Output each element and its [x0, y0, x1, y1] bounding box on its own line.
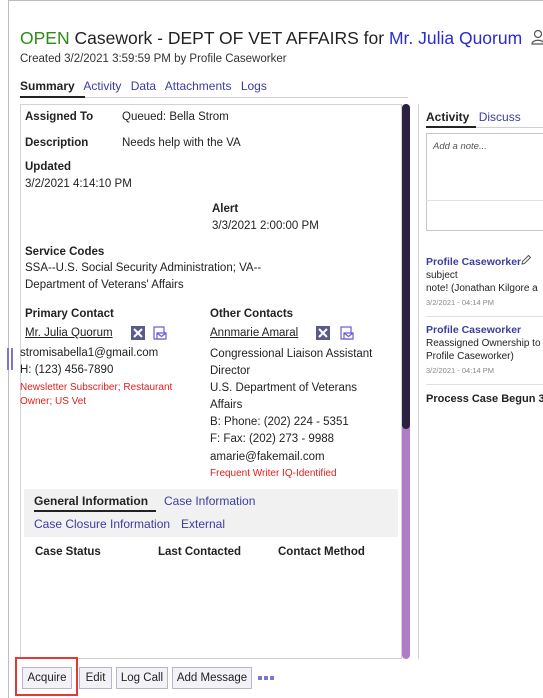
alert-label: Alert: [212, 203, 239, 215]
page-title: OPEN Casework - DEPT OF VET AFFAIRS for …: [20, 28, 543, 49]
other-contact-name-link[interactable]: Annmarie Amaral: [210, 327, 298, 339]
column-header-last-contacted[interactable]: Last Contacted: [158, 546, 241, 558]
add-note-placeholder: Add a note...: [433, 141, 487, 152]
service-codes-line-2: Department of Veterans' Affairs: [25, 279, 184, 291]
column-header-contact-method[interactable]: Contact Method: [278, 546, 365, 558]
remove-contact-icon[interactable]: [316, 326, 330, 340]
created-info: Created 3/2/2021 3:59:59 PM by Profile C…: [20, 53, 287, 65]
edit-pencil-icon[interactable]: [520, 254, 532, 266]
constituent-name-link[interactable]: Mr. Julia Quorum: [389, 28, 522, 48]
tab-case-closure-information[interactable]: Case Closure Information: [34, 517, 170, 531]
scrollbar-thumb[interactable]: [402, 104, 410, 429]
tab-data[interactable]: Data: [131, 79, 156, 93]
case-title-text: Casework - DEPT OF VET AFFAIRS for: [74, 28, 385, 48]
email-contact-icon[interactable]: [153, 326, 167, 340]
activity-entry-author[interactable]: Profile Caseworker: [426, 256, 521, 268]
description-value: Needs help with the VA: [122, 137, 241, 149]
tab-case-information[interactable]: Case Information: [164, 494, 255, 508]
primary-contact-name-link[interactable]: Mr. Julia Quorum: [25, 327, 113, 339]
other-contacts-label: Other Contacts: [210, 308, 294, 320]
resize-grip-icon[interactable]: [7, 348, 13, 370]
column-header-case-status[interactable]: Case Status: [35, 546, 101, 558]
tab-summary[interactable]: Summary: [20, 79, 75, 93]
primary-contact-phone: H: (123) 456-7890: [20, 364, 114, 376]
casework-window: OPEN Casework - DEPT OF VET AFFAIRS for …: [0, 0, 543, 698]
activity-entry-line-1: subject: [426, 270, 458, 281]
remove-contact-icon[interactable]: [131, 326, 145, 340]
primary-contact-tags-line-2: Owner; US Vet: [20, 396, 87, 407]
add-message-button[interactable]: Add Message: [172, 667, 252, 689]
other-contact-title-line-1: Congressional Liaison Assistant: [210, 348, 373, 360]
assigned-to-label: Assigned To: [25, 111, 94, 123]
tab-attachments[interactable]: Attachments: [165, 79, 232, 93]
note-box-divider: [426, 200, 543, 201]
alert-value: 3/3/2021 2:00:00 PM: [212, 220, 319, 232]
description-label: Description: [25, 137, 89, 149]
activity-entry-line-2: note! (Jonathan Kilgore a: [426, 283, 538, 294]
primary-contact-email: stromisabella1@gmail.com: [20, 347, 159, 359]
case-status-label: OPEN: [20, 28, 70, 48]
active-tab-indicator: [20, 96, 85, 98]
activity-entry-process-begun: Process Case Begun 3,: [426, 393, 543, 405]
other-contact-org-line-2: Affairs: [210, 399, 243, 411]
window-top-border: [8, 0, 543, 1]
email-contact-icon[interactable]: [340, 326, 354, 340]
other-contact-fax: F: Fax: (202) 273 - 9988: [210, 433, 335, 445]
activity-entry-author[interactable]: Profile Caseworker: [426, 324, 521, 336]
other-contact-title-line-2: Director: [210, 365, 251, 377]
primary-contact-tags-line-1: Newsletter Subscriber; Restaurant: [20, 382, 173, 393]
tab-activity-feed[interactable]: Activity: [426, 110, 469, 124]
activity-active-tab-indicator: [426, 126, 476, 128]
tab-activity[interactable]: Activity: [83, 79, 121, 93]
other-contact-tags: Frequent Writer IQ-Identified: [210, 468, 337, 479]
assigned-to-value: Queued: Bella Strom: [122, 111, 229, 123]
activity-panel-tabs: Activity Discuss: [426, 110, 521, 124]
acquire-button[interactable]: Acquire: [22, 667, 72, 689]
other-contact-org-line-1: U.S. Department of Veterans: [210, 382, 358, 394]
person-icon[interactable]: [531, 29, 543, 45]
tab-external[interactable]: External: [181, 517, 225, 531]
more-options-icon[interactable]: [258, 675, 274, 681]
activity-entry-line-2: Profile Caseworker): [426, 351, 514, 362]
case-tabs: Summary Activity Data Attachments Logs: [20, 79, 273, 93]
updated-label: Updated: [25, 161, 71, 173]
activity-entry-divider: [426, 384, 543, 385]
updated-value: 3/2/2021 4:14:10 PM: [25, 178, 132, 190]
tab-logs[interactable]: Logs: [241, 79, 267, 93]
activity-entry-time: 3/2/2021 - 04:14 PM: [426, 366, 494, 375]
edit-button[interactable]: Edit: [79, 667, 112, 689]
tab-general-information[interactable]: General Information: [34, 494, 148, 508]
log-call-button[interactable]: Log Call: [116, 667, 168, 689]
other-contact-email: amarie@fakemail.com: [210, 451, 325, 463]
activity-entry-divider: [426, 316, 543, 317]
other-contact-phone: B: Phone: (202) 224 - 5351: [210, 416, 349, 428]
tab-discuss[interactable]: Discuss: [479, 110, 521, 124]
service-codes-label: Service Codes: [25, 246, 105, 258]
activity-entry-line-1: Reassigned Ownership to: [426, 338, 541, 349]
primary-contact-label: Primary Contact: [25, 308, 114, 320]
service-codes-line-1: SSA--U.S. Social Security Administration…: [25, 262, 262, 274]
active-subtab-indicator: [34, 510, 156, 512]
activity-entry-time: 3/2/2021 - 04:14 PM: [426, 298, 494, 307]
